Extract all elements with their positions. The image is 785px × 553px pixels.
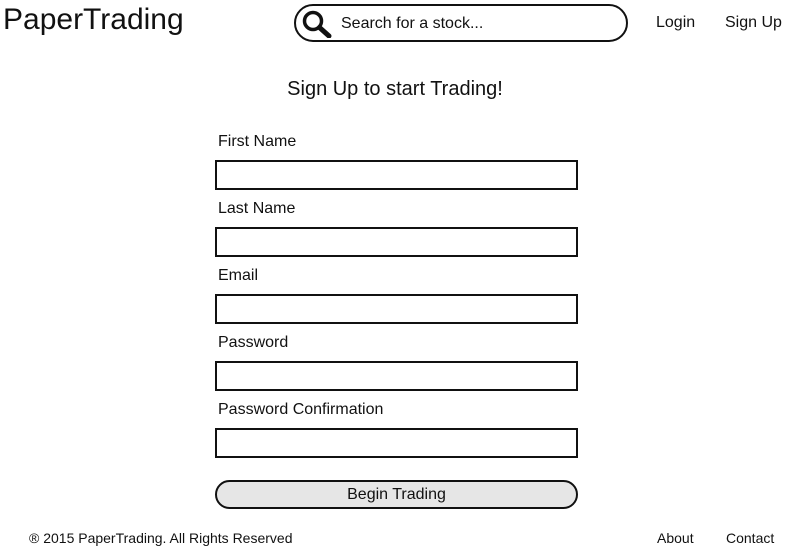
brand-logo[interactable]: PaperTrading xyxy=(3,3,184,37)
signup-link[interactable]: Sign Up xyxy=(725,14,782,32)
password-confirmation-field[interactable] xyxy=(215,428,578,458)
contact-link[interactable]: Contact xyxy=(726,530,774,546)
login-link[interactable]: Login xyxy=(656,14,695,32)
copyright-text: ® 2015 PaperTrading. All Rights Reserved xyxy=(29,530,293,546)
search-bar[interactable]: Search for a stock... xyxy=(294,4,628,42)
first-name-field[interactable] xyxy=(215,160,578,190)
password-label: Password xyxy=(218,334,289,351)
search-icon[interactable] xyxy=(302,10,332,39)
first-name-label: First Name xyxy=(218,133,297,150)
page-title: Sign Up to start Trading! xyxy=(287,78,503,100)
password-confirmation-label: Password Confirmation xyxy=(218,401,384,418)
search-input[interactable]: Search for a stock... xyxy=(341,15,483,33)
last-name-label: Last Name xyxy=(218,200,296,217)
begin-trading-button[interactable]: Begin Trading xyxy=(215,480,578,509)
last-name-field[interactable] xyxy=(215,227,578,257)
email-field[interactable] xyxy=(215,294,578,324)
about-link[interactable]: About xyxy=(657,530,694,546)
email-label: Email xyxy=(218,267,259,284)
password-field[interactable] xyxy=(215,361,578,391)
